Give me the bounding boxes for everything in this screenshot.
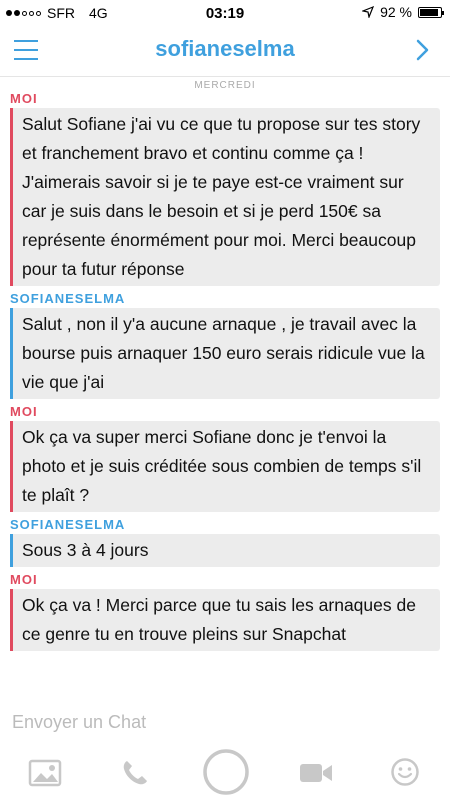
capture-button[interactable]: [202, 748, 250, 796]
phone-icon[interactable]: [120, 758, 150, 788]
chat-title[interactable]: sofianeselma: [0, 36, 450, 62]
message-sender: MOI: [10, 404, 38, 419]
location-arrow-icon: [362, 6, 375, 18]
message-bubble[interactable]: Ok ça va ! Merci parce que tu sais les a…: [10, 589, 440, 651]
message-sender: SOFIANESELMA: [10, 291, 126, 306]
chevron-right-icon[interactable]: [410, 38, 434, 62]
message-bubble[interactable]: Sous 3 à 4 jours: [10, 534, 440, 567]
emoji-icon[interactable]: [390, 757, 420, 787]
message-bubble[interactable]: Salut Sofiane j'ai vu ce que tu propose …: [10, 108, 440, 286]
message-sender: MOI: [10, 91, 38, 106]
message-sender: SOFIANESELMA: [10, 517, 126, 532]
message-bubble[interactable]: Ok ça va super merci Sofiane donc je t'e…: [10, 421, 440, 512]
chat-toolbar: [0, 745, 450, 800]
message-list: MOI Salut Sofiane j'ai vu ce que tu propo…: [10, 90, 440, 655]
battery-percent: 92 %: [380, 4, 412, 20]
status-bar: SFR 4G 03:19 92 %: [0, 0, 450, 26]
message-bubble[interactable]: Salut , non il y'a aucune arnaque , je t…: [10, 308, 440, 399]
message-sender: MOI: [10, 572, 38, 587]
image-icon[interactable]: [28, 759, 62, 787]
video-icon[interactable]: [299, 761, 333, 785]
chat-input[interactable]: Envoyer un Chat: [12, 712, 432, 733]
chat-header: sofianeselma: [0, 26, 450, 77]
battery-icon: [418, 6, 444, 18]
